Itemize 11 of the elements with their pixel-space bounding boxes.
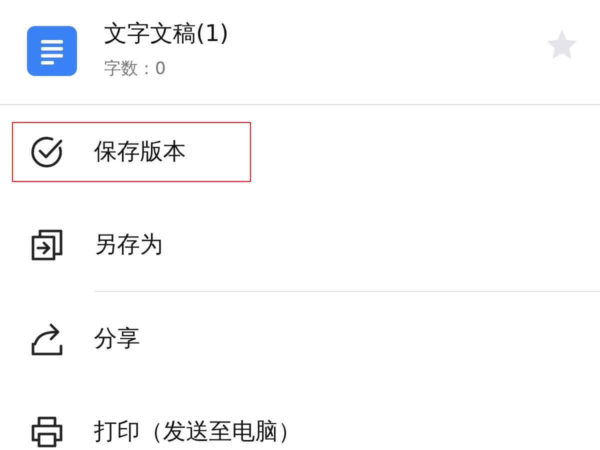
share-icon	[30, 322, 64, 356]
word-count: 字数：0	[104, 58, 167, 80]
document-icon	[27, 26, 77, 76]
menu-item[interactable]: 保存版本	[94, 136, 186, 167]
document-title: 文字文稿(1)	[104, 20, 230, 49]
printer-icon	[30, 414, 64, 448]
menu-item[interactable]: 打印（发送至电脑）	[94, 416, 301, 447]
export-icon	[30, 228, 64, 262]
menu-item[interactable]: 分享	[94, 323, 140, 354]
menu-item[interactable]: 另存为	[94, 229, 163, 260]
check-circle-icon	[30, 134, 64, 168]
